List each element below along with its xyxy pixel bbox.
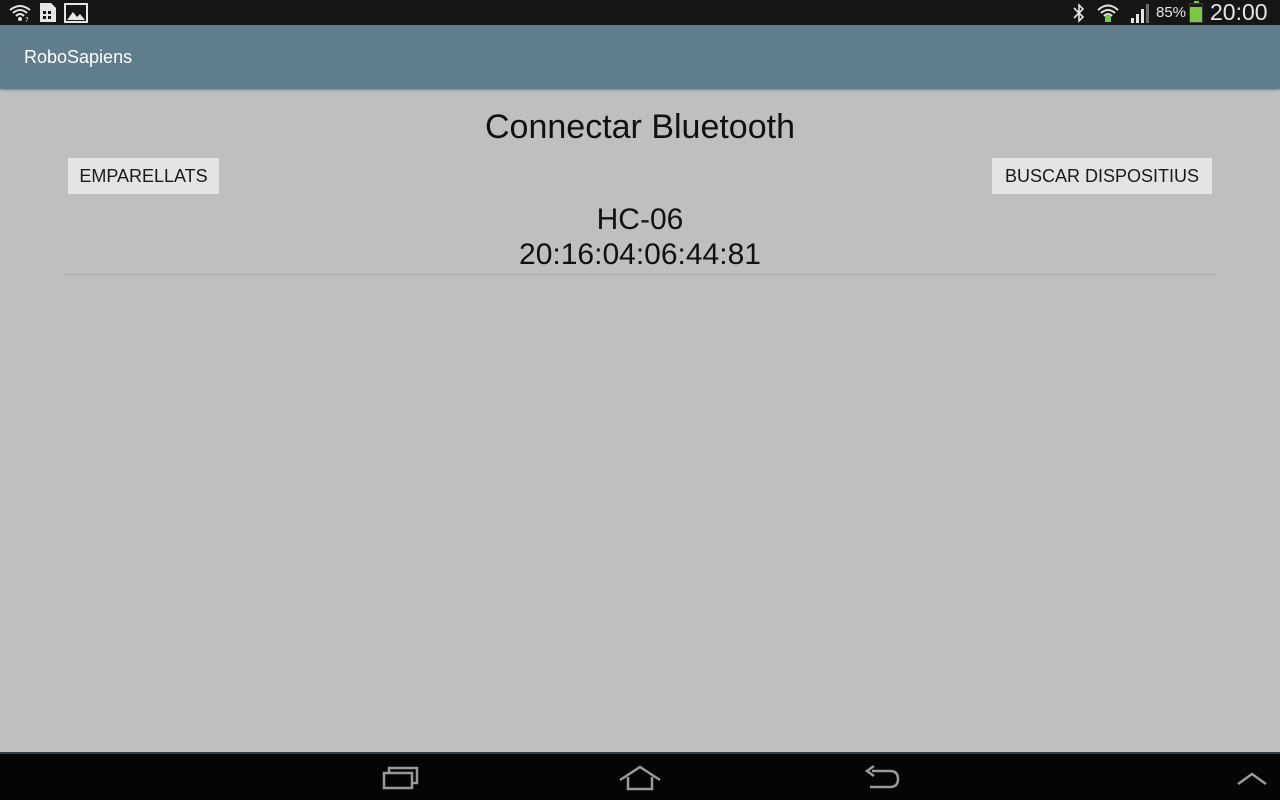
battery-percent: 85% xyxy=(1156,4,1187,21)
back-icon[interactable] xyxy=(860,762,904,794)
home-icon[interactable] xyxy=(618,762,662,794)
bluetooth-icon xyxy=(1071,2,1087,23)
app-title: RoboSapiens xyxy=(24,47,133,67)
gallery-icon xyxy=(64,2,88,23)
status-bar: ? 85% 20:00 xyxy=(0,0,1280,25)
svg-text:?: ? xyxy=(25,16,29,23)
action-bar: RoboSapiens xyxy=(0,25,1280,89)
battery-icon xyxy=(1189,1,1203,23)
cell-signal-icon xyxy=(1128,2,1152,23)
screen: ? 85% 20:00 RoboSapiens Connectar Blueto… xyxy=(0,0,1280,800)
recent-apps-icon[interactable] xyxy=(378,762,422,794)
wifi-notification-icon: ? xyxy=(8,2,32,23)
wifi-signal-icon xyxy=(1096,2,1120,23)
navigation-bar xyxy=(0,752,1280,800)
clock: 20:00 xyxy=(1210,0,1268,25)
paired-devices-button[interactable]: EMPARELLATS xyxy=(68,158,219,194)
page-title: Connectar Bluetooth xyxy=(485,108,795,146)
scan-devices-button[interactable]: BUSCAR DISPOSITIUS xyxy=(992,158,1212,194)
device-name: HC-06 xyxy=(596,203,684,236)
list-item[interactable]: HC-06 20:16:04:06:44:81 xyxy=(64,202,1216,275)
device-list: HC-06 20:16:04:06:44:81 xyxy=(64,202,1216,275)
device-address: 20:16:04:06:44:81 xyxy=(519,238,761,271)
expand-up-icon[interactable] xyxy=(1230,762,1274,794)
sim-card-icon xyxy=(38,2,58,23)
